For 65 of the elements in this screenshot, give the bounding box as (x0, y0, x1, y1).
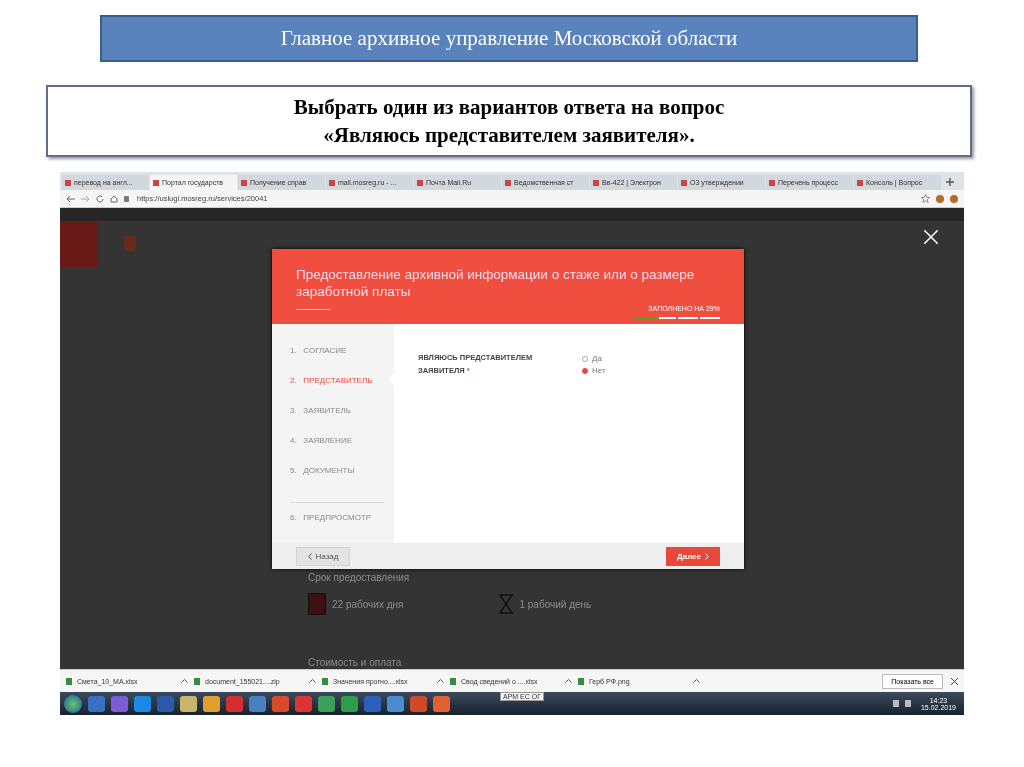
favicon-icon (329, 179, 335, 186)
taskbar-app-icon[interactable] (433, 695, 450, 712)
favicon-icon (417, 179, 423, 186)
favicon-icon (241, 179, 247, 186)
taskbar-app-icon[interactable] (134, 695, 151, 712)
taskbar-app-icon[interactable] (226, 695, 243, 712)
option-label: Да (592, 354, 602, 363)
hourglass-icon (499, 594, 514, 614)
slide-heading: Выбрать один из вариантов ответа на вопрос «Являюсь представителем заявителя». (46, 85, 972, 157)
taskbar-app-icon[interactable] (387, 695, 404, 712)
home-icon[interactable] (110, 194, 118, 203)
option-label: Нет (592, 366, 606, 375)
caret-icon[interactable] (309, 679, 316, 683)
chevron-right-icon (705, 552, 709, 560)
file-icon (322, 677, 328, 685)
forward-arrow-icon[interactable] (81, 194, 90, 203)
taskbar-app-icon[interactable] (318, 695, 335, 712)
start-button[interactable] (64, 694, 82, 713)
file-icon (450, 677, 456, 685)
taskbar-app-icon[interactable] (180, 695, 197, 712)
taskbar-app-icon[interactable] (203, 695, 220, 712)
favicon-icon (65, 179, 71, 186)
caret-icon[interactable] (565, 679, 572, 683)
radio-button[interactable] (582, 367, 588, 374)
taskbar-app-icon[interactable] (88, 695, 105, 712)
favicon-icon (769, 179, 775, 186)
step-item[interactable]: 2. ПРЕДСТАВИТЕЛЬ (272, 376, 394, 406)
back-arrow-icon[interactable] (66, 194, 75, 203)
crest-icon (124, 236, 136, 252)
caret-icon[interactable] (181, 679, 188, 683)
chevron-left-icon (307, 552, 312, 560)
favicon-icon (153, 179, 159, 186)
step-item[interactable]: 4. ЗАЯВЛЕНИЕ (272, 436, 394, 466)
favicon-icon (857, 179, 863, 186)
close-icon[interactable] (951, 677, 958, 685)
section-title: Срок предоставления (308, 572, 411, 583)
lock-icon (124, 195, 129, 202)
taskbar-app-icon[interactable] (249, 695, 266, 712)
taskbar-app-icon[interactable] (295, 695, 312, 712)
back-button[interactable]: Назад (296, 546, 350, 566)
file-icon (578, 677, 584, 685)
caret-icon[interactable] (693, 679, 700, 683)
taskbar-app-icon[interactable] (341, 695, 358, 712)
step-item[interactable]: 5. ДОКУМЕНТЫ (272, 466, 394, 496)
term-text: 22 рабочих дня (332, 598, 404, 610)
favicon-icon (593, 179, 599, 186)
taskbar-app-icon[interactable] (410, 695, 427, 712)
next-button[interactable]: Далее (666, 546, 720, 566)
file-icon (66, 677, 72, 685)
modal-title: Предоставление архивной информации о стаже или о размере заработной платы (296, 267, 696, 301)
new-tab-icon[interactable] (946, 178, 954, 186)
file-icon (194, 677, 200, 685)
reload-icon[interactable] (96, 194, 104, 203)
favicon-icon (505, 179, 511, 186)
taskbar-app-icon[interactable] (272, 695, 289, 712)
star-icon[interactable] (921, 194, 930, 203)
step-item[interactable]: 1. СОГЛАСИЕ (272, 346, 394, 376)
section-title: Стоимость и оплата (308, 657, 403, 668)
term-text: 1 рабочий день (519, 598, 592, 610)
taskbar-app-icon[interactable] (111, 695, 128, 712)
title-underline (296, 308, 330, 310)
favicon-icon (681, 179, 687, 186)
calendar-icon (308, 593, 326, 615)
caret-icon[interactable] (437, 679, 444, 683)
slide-title: Главное архивное управление Московской области (100, 15, 918, 62)
